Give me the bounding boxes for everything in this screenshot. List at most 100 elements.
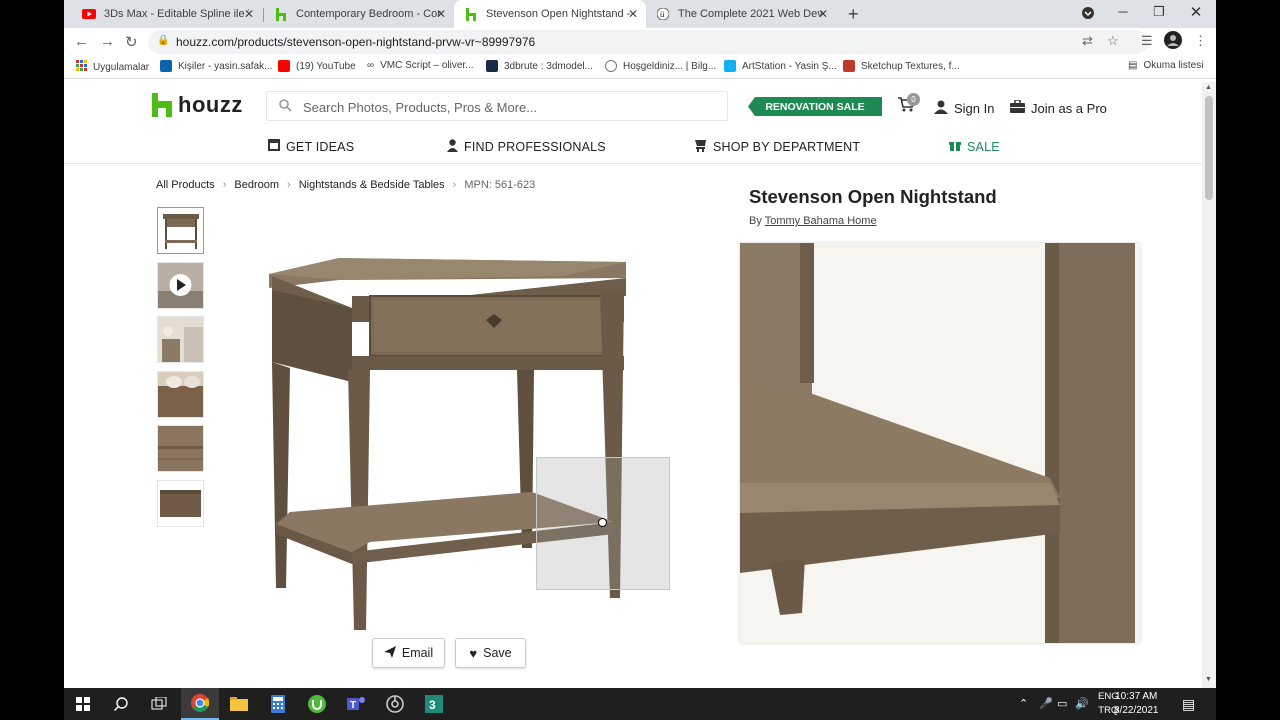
- bookmark-label: Kişiler - yasin.safak...: [178, 60, 273, 72]
- chrome-alt-icon[interactable]: [376, 688, 414, 720]
- notifications-icon[interactable]: ▤: [1182, 696, 1195, 713]
- gift-icon: [949, 139, 961, 154]
- outlook-icon: [160, 60, 172, 72]
- scroll-up-icon[interactable]: ▲: [1205, 84, 1212, 91]
- bookmark-outlook[interactable]: Kişiler - yasin.safak...: [160, 60, 272, 72]
- thumbnail-6[interactable]: [157, 480, 204, 527]
- utorrent-icon[interactable]: [298, 688, 336, 720]
- profile-avatar[interactable]: [1164, 31, 1182, 52]
- file-explorer-icon[interactable]: [220, 688, 258, 720]
- cart-count-badge: 0: [907, 93, 920, 106]
- thumbnail-4[interactable]: [157, 371, 204, 418]
- windows-taskbar: T 3 ⌃ 🎤 ▭ 🔊 ENG TRQ 10:37 AM 8/22/2021 ▤: [64, 688, 1216, 720]
- tab-search-icon[interactable]: [1078, 7, 1098, 22]
- search-icon: [279, 99, 292, 115]
- houzz-logo[interactable]: houzz: [152, 92, 243, 118]
- logo-text: houzz: [178, 92, 243, 117]
- sketchup-icon: [843, 60, 855, 72]
- nav-shop-by-department[interactable]: SHOP BY DEPARTMENT: [694, 139, 860, 155]
- bookmark-vmc-script[interactable]: ∞ VMC Script – oliver...: [367, 60, 474, 71]
- room-video-thumbnail: [158, 263, 203, 308]
- bookmark-3dbrute[interactable]: 3dbrute : 3dmodel...: [486, 60, 593, 72]
- nav-find-professionals[interactable]: FIND PROFESSIONALS: [447, 139, 606, 155]
- link-icon: ∞: [367, 60, 375, 71]
- sign-in-link[interactable]: Sign In: [934, 100, 994, 117]
- restore-icon[interactable]: ❐: [1149, 4, 1169, 20]
- page-scrollbar[interactable]: ▲ ▼: [1202, 82, 1216, 688]
- bookmark-apps[interactable]: Uygulamalar: [76, 60, 149, 74]
- back-icon[interactable]: ←: [74, 33, 89, 50]
- 3ds-max-icon[interactable]: 3: [415, 688, 453, 720]
- email-label: Email: [401, 646, 434, 660]
- bookmark-hosgeldiniz[interactable]: Hoşgeldiniz... | Bilg...: [605, 60, 716, 72]
- briefcase-icon: [1010, 99, 1025, 116]
- tab-title: Contemporary Bedroom - Conte: [296, 8, 441, 20]
- search-icon[interactable]: [102, 688, 140, 720]
- svg-text:3: 3: [429, 698, 436, 712]
- join-pro-label: Join as a Pro: [1031, 100, 1107, 116]
- bookmark-label: (19) YouTube: [296, 60, 356, 72]
- join-as-pro-link[interactable]: Join as a Pro: [1010, 99, 1107, 116]
- youtube-icon: [278, 60, 290, 72]
- nightstand-thumbnail-image: [163, 214, 199, 249]
- close-tab-icon[interactable]: ✕: [436, 7, 446, 21]
- nav-get-ideas[interactable]: GET IDEAS: [268, 139, 354, 154]
- email-button[interactable]: Email: [372, 638, 445, 668]
- translate-icon[interactable]: ⇄: [1082, 33, 1093, 49]
- save-button[interactable]: ♥ Save: [455, 638, 526, 668]
- close-window-icon[interactable]: ✕: [1186, 3, 1206, 21]
- network-icon[interactable]: ▭: [1057, 697, 1067, 710]
- breadcrumb-nightstands[interactable]: Nightstands & Bedside Tables: [299, 179, 445, 191]
- artstation-icon: [724, 60, 736, 72]
- close-tab-icon[interactable]: ✕: [244, 7, 254, 21]
- teams-icon[interactable]: T: [337, 688, 375, 720]
- system-clock[interactable]: 10:37 AM 8/22/2021: [1114, 690, 1159, 718]
- youtube-icon: [82, 7, 96, 21]
- close-tab-icon[interactable]: ✕: [818, 7, 828, 21]
- thumbnail-5[interactable]: [157, 425, 204, 472]
- windows-start-icon[interactable]: [64, 688, 102, 720]
- show-hidden-icons[interactable]: ⌃: [1019, 697, 1028, 710]
- search-input[interactable]: [303, 96, 713, 118]
- tab-3ds-max[interactable]: 3Ds Max - Editable Spline ile TV Ü ✕: [72, 0, 262, 28]
- thumbnail-1[interactable]: [157, 207, 204, 254]
- brand-link[interactable]: Tommy Bahama Home: [765, 215, 877, 227]
- bookmark-label: VMC Script – oliver...: [380, 60, 474, 71]
- calculator-icon[interactable]: [259, 688, 297, 720]
- thumbnail-3[interactable]: [157, 316, 204, 363]
- chrome-taskbar-icon[interactable]: [181, 688, 219, 720]
- bookmark-sketchup[interactable]: Sketchup Textures, f...: [843, 60, 960, 72]
- bookmark-youtube[interactable]: (19) YouTube: [278, 60, 356, 72]
- menu-dots-icon[interactable]: ⋮: [1194, 33, 1207, 49]
- breadcrumb-all-products[interactable]: All Products: [156, 179, 215, 191]
- volume-icon[interactable]: 🔊: [1075, 697, 1089, 710]
- reading-list[interactable]: ▤ Okuma listesi: [1128, 60, 1203, 71]
- clock-time: 10:37 AM: [1115, 691, 1158, 702]
- renovation-sale-badge[interactable]: RENOVATION SALE: [748, 97, 882, 116]
- plus-icon: +: [848, 3, 859, 24]
- scroll-down-icon[interactable]: ▼: [1205, 676, 1212, 683]
- address-bar[interactable]: 🔒 houzz.com/products/stevenson-open-nigh…: [148, 30, 1148, 54]
- thumbnail-2-video[interactable]: [157, 262, 204, 309]
- close-tab-icon[interactable]: ✕: [628, 7, 638, 21]
- task-view-icon[interactable]: [140, 688, 178, 720]
- nav-sale[interactable]: SALE: [949, 139, 1000, 154]
- reading-mode-icon[interactable]: ☰: [1141, 33, 1153, 49]
- reload-icon[interactable]: ↻: [125, 33, 138, 51]
- cursor-icon: [598, 518, 607, 527]
- microphone-icon[interactable]: 🎤: [1039, 697, 1053, 710]
- breadcrumb-bedroom[interactable]: Bedroom: [234, 179, 279, 191]
- bookmark-artstation[interactable]: ArtStation - Yasin Ş...: [724, 60, 837, 72]
- minimize-icon[interactable]: ─: [1113, 4, 1133, 19]
- heart-icon: ♥: [469, 645, 478, 661]
- tab-contemporary-bedroom[interactable]: Contemporary Bedroom - Conte ✕: [264, 0, 454, 28]
- product-title: Stevenson Open Nightstand: [749, 186, 997, 207]
- scrollbar-thumb[interactable]: [1205, 96, 1213, 200]
- tab-stevenson-nightstand[interactable]: Stevenson Open Nightstand - Tr ✕: [454, 0, 646, 28]
- new-tab-button[interactable]: +: [840, 0, 870, 28]
- tab-web-developer[interactable]: ü The Complete 2021 Web Develo ✕: [646, 0, 836, 28]
- apps-grid-icon: [76, 60, 87, 74]
- save-label: Save: [483, 646, 512, 660]
- forward-icon[interactable]: →: [100, 33, 115, 50]
- bookmark-star-icon[interactable]: ☆: [1107, 33, 1119, 49]
